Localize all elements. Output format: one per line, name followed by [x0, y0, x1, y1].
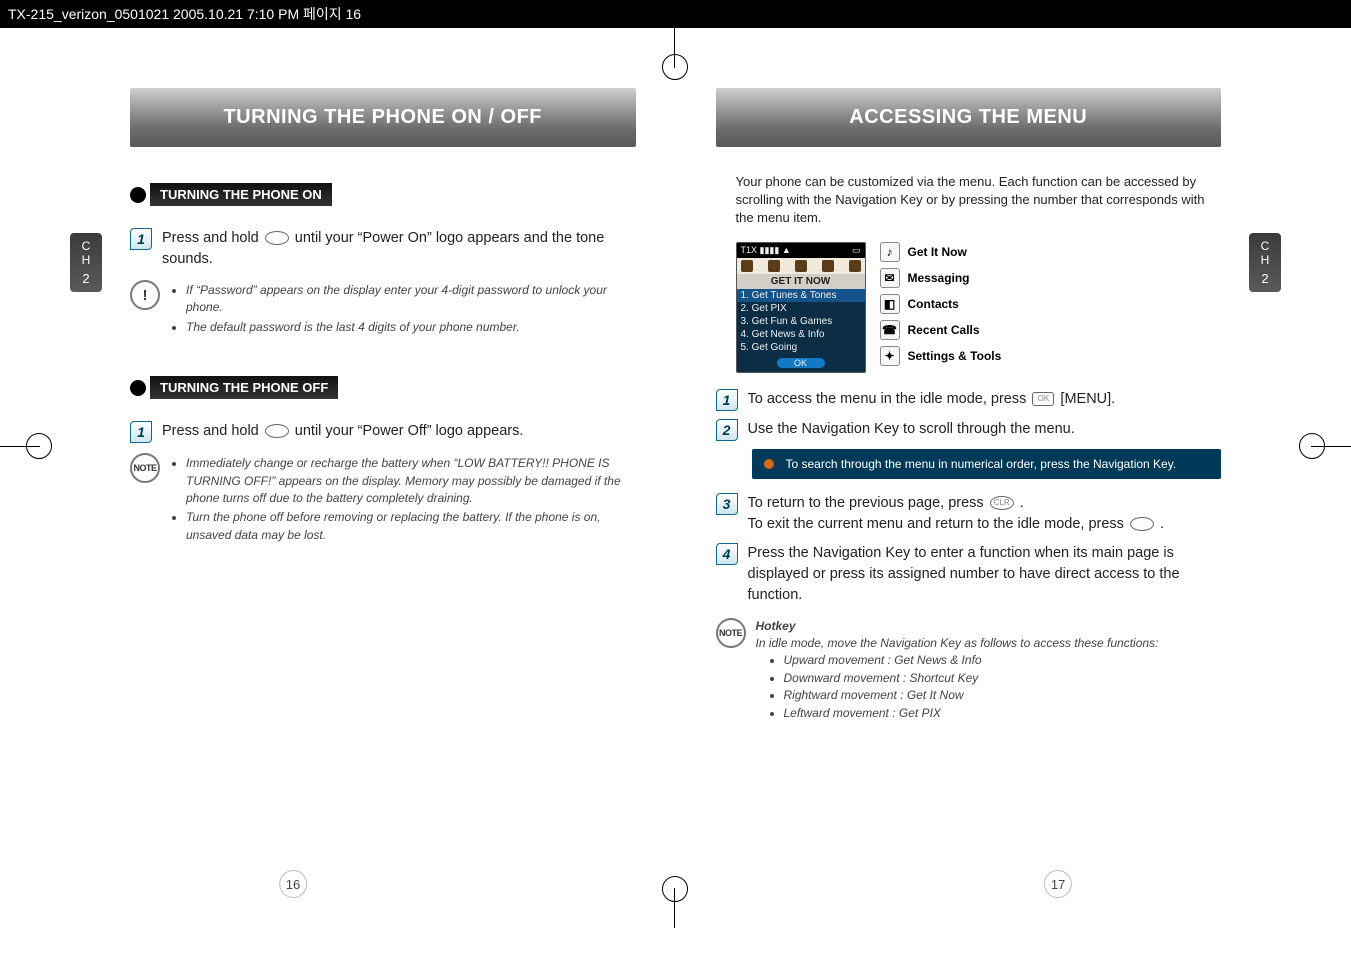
menu-label: Get It Now — [908, 245, 967, 259]
step-r1-text: To access the menu in the idle mode, pre… — [748, 389, 1116, 411]
file-header-text: TX-215_verizon_0501021 2005.10.21 7:10 P… — [8, 6, 361, 22]
menu-item-get-it-now: ♪ Get It Now — [880, 242, 1002, 262]
note-bullets-off: Immediately change or recharge the batte… — [170, 453, 636, 546]
page-spread: C H 2 TURNING THE PHONE ON / OFF TURNING… — [0, 28, 1351, 928]
step-r2: 2 Use the Navigation Key to scroll throu… — [716, 419, 1222, 441]
step-number-icon: 2 — [716, 419, 738, 441]
end-key-icon — [265, 231, 289, 245]
chapter-c: C — [1249, 239, 1281, 253]
warning-icon: ! — [130, 280, 160, 310]
chapter-n: 2 — [1249, 271, 1281, 286]
status-left: T1X ▮▮▮▮ ▲ — [741, 245, 791, 256]
ok-key-icon: OK — [1032, 392, 1054, 406]
screen-ok-btn: OK — [777, 358, 825, 368]
warn-on-2: The default password is the last 4 digit… — [186, 319, 636, 336]
chapter-h: H — [1249, 253, 1281, 267]
step-on-1: 1 Press and hold until your “Power On” l… — [130, 228, 636, 270]
menu-item-contacts: ◧ Contacts — [880, 294, 1002, 314]
intro-paragraph: Your phone can be customized via the men… — [716, 173, 1222, 228]
menu-item-recent: ☎ Recent Calls — [880, 320, 1002, 340]
page-right: C H 2 ACCESSING THE MENU Your phone can … — [676, 28, 1351, 928]
step-r2-text: Use the Navigation Key to scroll through… — [748, 419, 1075, 441]
hotkey-3: Rightward movement : Get It Now — [784, 687, 1159, 704]
page-number-left: 16 — [279, 870, 307, 898]
messaging-icon: ✉ — [880, 268, 900, 288]
screen-row-5: 5. Get Going — [737, 341, 865, 354]
warning-bullets-on: If “Password” appears on the display ent… — [170, 280, 636, 338]
chapter-h: H — [70, 253, 102, 267]
step-number-icon: 1 — [130, 228, 152, 250]
settings-icon: ✦ — [880, 346, 900, 366]
page-left: C H 2 TURNING THE PHONE ON / OFF TURNING… — [0, 28, 676, 928]
status-right: ▭ — [852, 245, 861, 256]
menu-label: Contacts — [908, 297, 959, 311]
step-number-icon: 1 — [716, 389, 738, 411]
chapter-tab-right: C H 2 — [1249, 233, 1281, 292]
step-number-icon: 4 — [716, 543, 738, 565]
tip-callout: To search through the menu in numerical … — [752, 449, 1222, 479]
right-banner: ACCESSING THE MENU — [716, 88, 1222, 147]
end-key-icon — [1130, 517, 1154, 531]
section-dot-icon — [130, 187, 146, 203]
get-it-now-icon: ♪ — [880, 242, 900, 262]
step-number-icon: 1 — [130, 421, 152, 443]
screen-status-bar: T1X ▮▮▮▮ ▲ ▭ — [737, 243, 865, 258]
step-r4-text: Press the Navigation Key to enter a func… — [748, 543, 1222, 606]
phone-screen-mock: T1X ▮▮▮▮ ▲ ▭ GET IT NOW 1. Get Tunes & T… — [736, 242, 866, 373]
hotkey-intro: In idle mode, move the Navigation Key as… — [756, 635, 1159, 652]
page-number-right-value: 17 — [1051, 877, 1065, 892]
note-icon: NOTE — [130, 453, 160, 483]
hotkey-title: Hotkey — [756, 618, 1159, 635]
warn-on-1: If “Password” appears on the display ent… — [186, 282, 636, 317]
section-dot-icon — [130, 380, 146, 396]
section-on: TURNING THE PHONE ON — [130, 183, 332, 206]
note-off-2: Turn the phone off before removing or re… — [186, 509, 636, 544]
end-key-icon — [265, 424, 289, 438]
screen-row-1: 1. Get Tunes & Tones — [737, 289, 865, 302]
note-off-1: Immediately change or recharge the batte… — [186, 455, 636, 507]
menu-label: Settings & Tools — [908, 349, 1002, 363]
step-r4: 4 Press the Navigation Key to enter a fu… — [716, 543, 1222, 606]
chapter-tab-left: C H 2 — [70, 233, 102, 292]
right-banner-text: ACCESSING THE MENU — [849, 106, 1087, 128]
page-number-right: 17 — [1044, 870, 1072, 898]
section-on-label: TURNING THE PHONE ON — [150, 183, 332, 206]
clr-key-icon: CLR — [990, 496, 1014, 510]
step-r3-text: To return to the previous page, press CL… — [748, 493, 1165, 535]
section-off: TURNING THE PHONE OFF — [130, 376, 338, 399]
left-banner: TURNING THE PHONE ON / OFF — [130, 88, 636, 147]
step-off-1-text: Press and hold until your “Power Off” lo… — [162, 421, 523, 443]
menu-item-settings: ✦ Settings & Tools — [880, 346, 1002, 366]
left-banner-text: TURNING THE PHONE ON / OFF — [223, 106, 542, 128]
screen-row-3: 3. Get Fun & Games — [737, 315, 865, 328]
menu-label: Recent Calls — [908, 323, 980, 337]
screen-row-4: 4. Get News & Info — [737, 328, 865, 341]
hotkey-block: NOTE Hotkey In idle mode, move the Navig… — [716, 618, 1222, 722]
hotkey-1: Upward movement : Get News & Info — [784, 652, 1159, 669]
screen-icons-row — [737, 258, 865, 274]
page-number-left-value: 16 — [286, 877, 300, 892]
menu-item-messaging: ✉ Messaging — [880, 268, 1002, 288]
menu-label: Messaging — [908, 271, 970, 285]
contacts-icon: ◧ — [880, 294, 900, 314]
chapter-c: C — [70, 239, 102, 253]
recent-calls-icon: ☎ — [880, 320, 900, 340]
menu-figure: T1X ▮▮▮▮ ▲ ▭ GET IT NOW 1. Get Tunes & T… — [736, 242, 1222, 373]
screen-row-2: 2. Get PIX — [737, 302, 865, 315]
step-on-1-text: Press and hold until your “Power On” log… — [162, 228, 636, 270]
step-r3: 3 To return to the previous page, press … — [716, 493, 1222, 535]
tip-text: To search through the menu in numerical … — [786, 457, 1177, 471]
note-icon: NOTE — [716, 618, 746, 648]
menu-icon-list: ♪ Get It Now ✉ Messaging ◧ Contacts ☎ Recent… — [880, 242, 1002, 373]
step-r1: 1 To access the menu in the idle mode, p… — [716, 389, 1222, 411]
screen-title: GET IT NOW — [737, 274, 865, 289]
section-off-label: TURNING THE PHONE OFF — [150, 376, 338, 399]
file-header: TX-215_verizon_0501021 2005.10.21 7:10 P… — [0, 0, 1351, 28]
chapter-n: 2 — [70, 271, 102, 286]
hotkey-4: Leftward movement : Get PIX — [784, 705, 1159, 722]
hotkey-2: Downward movement : Shortcut Key — [784, 670, 1159, 687]
step-number-icon: 3 — [716, 493, 738, 515]
step-off-1: 1 Press and hold until your “Power Off” … — [130, 421, 636, 443]
